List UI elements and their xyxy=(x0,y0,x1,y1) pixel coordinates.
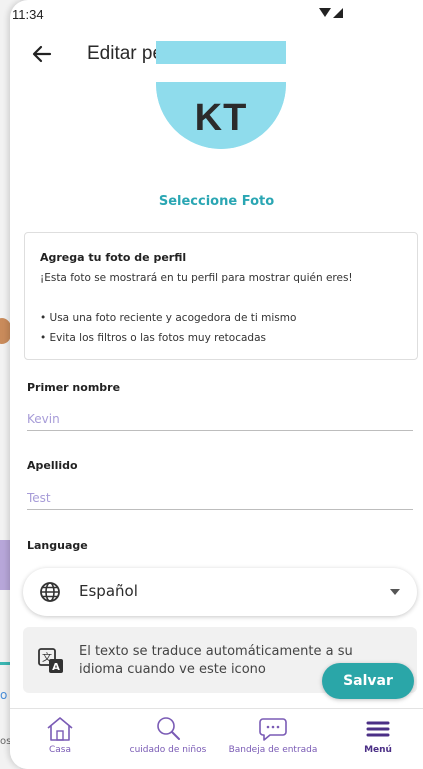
edit-profile-sheet: 11:34 Editar perfil KT Seleccione Foto A… xyxy=(10,0,423,769)
status-bar: 11:34 xyxy=(10,0,423,26)
nav-label: cuidado de niños xyxy=(129,745,207,755)
info-bullet: • Usa una foto reciente y acogedora de t… xyxy=(40,312,297,324)
background-text: o xyxy=(0,688,8,702)
search-icon xyxy=(152,715,184,743)
nav-item-casa[interactable]: Casa xyxy=(40,715,80,755)
chevron-down-icon xyxy=(390,589,400,595)
last-name-label: Apellido xyxy=(27,459,78,472)
home-icon xyxy=(44,715,76,743)
select-photo-link[interactable]: Seleccione Foto xyxy=(10,194,423,209)
first-name-field[interactable] xyxy=(27,408,413,431)
back-arrow-icon[interactable] xyxy=(28,40,56,68)
language-value: Español xyxy=(79,582,138,600)
info-description: ¡Esta foto se mostrará en tu perfil para… xyxy=(40,272,353,284)
nav-item-bandeja[interactable]: Bandeja de entrada xyxy=(218,715,328,755)
header-divider xyxy=(156,64,286,82)
status-icons xyxy=(319,8,343,18)
bottom-nav: Casa cuidado de niños Bandeja de entrada xyxy=(10,708,423,769)
nav-label: Casa xyxy=(48,745,71,755)
language-select[interactable]: Español xyxy=(23,568,417,616)
globe-icon xyxy=(39,581,61,603)
language-label: Language xyxy=(27,539,88,552)
avatar[interactable]: KT xyxy=(156,41,286,149)
nav-label: Bandeja de entrada xyxy=(228,745,318,755)
info-title: Agrega tu foto de perfil xyxy=(40,251,187,264)
nav-label: Menú xyxy=(364,745,392,755)
signal-icon xyxy=(333,8,343,18)
avatar-initials: KT xyxy=(194,97,248,139)
info-bullet: • Evita los filtros o las fotos muy reto… xyxy=(40,332,266,344)
wifi-icon xyxy=(319,8,331,17)
save-button[interactable]: Salvar xyxy=(322,663,414,699)
menu-icon xyxy=(362,715,394,743)
translate-icon: 文 A xyxy=(37,647,65,675)
nav-item-cuidado[interactable]: cuidado de niños xyxy=(118,715,218,755)
profile-photo-info-card: Agrega tu foto de perfil ¡Esta foto se m… xyxy=(24,232,418,360)
first-name-label: Primer nombre xyxy=(27,381,121,394)
chat-icon xyxy=(257,715,289,743)
nav-item-menu[interactable]: Menú xyxy=(358,715,398,755)
svg-text:A: A xyxy=(52,662,60,673)
last-name-field[interactable] xyxy=(27,487,413,510)
status-time: 11:34 xyxy=(12,7,44,22)
